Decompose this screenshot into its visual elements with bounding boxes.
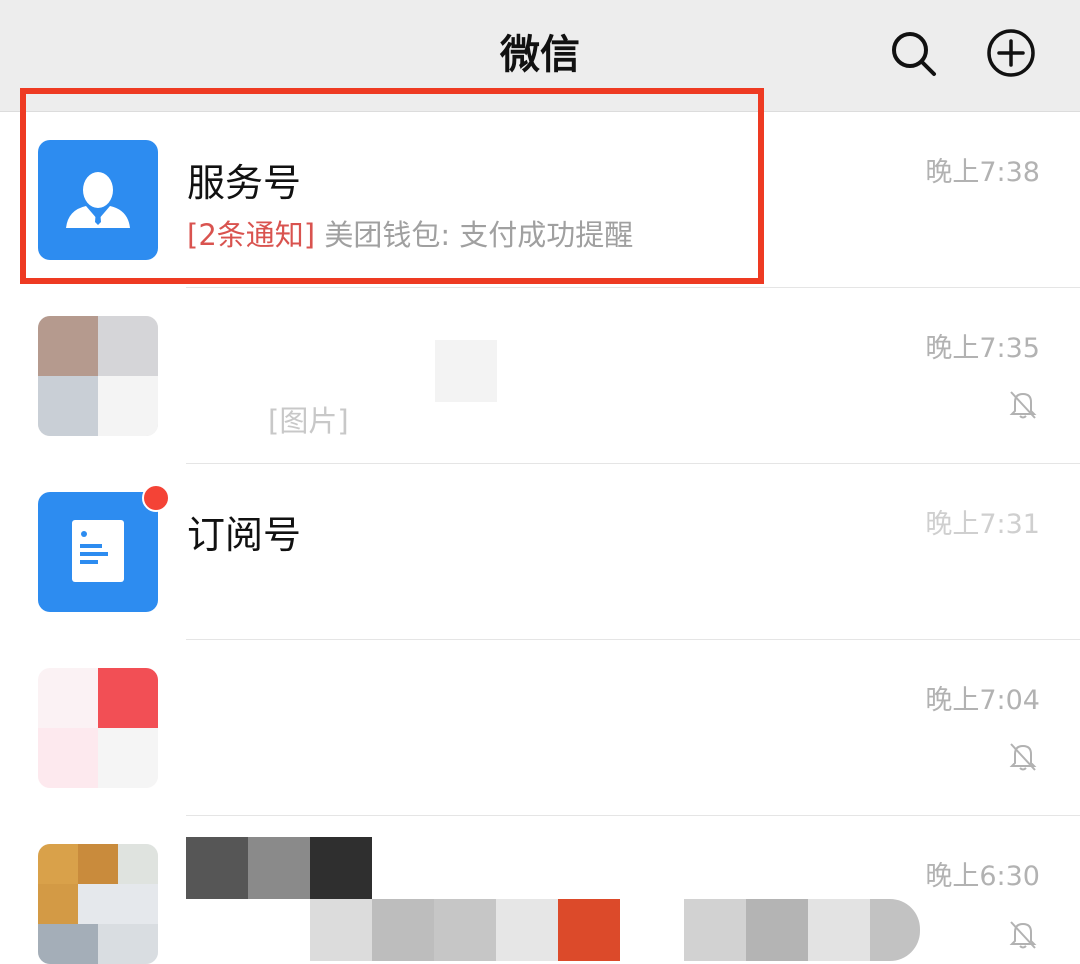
unread-dot (142, 484, 170, 512)
plus-circle-icon[interactable] (986, 28, 1036, 78)
chat-time: 晚上6:30 (925, 861, 1040, 892)
mute-bell-icon (1009, 743, 1037, 771)
chat-name: 订阅号 (187, 513, 302, 557)
service-account-avatar (38, 140, 158, 260)
blurred-name (435, 340, 497, 402)
chat-time: 晚上7:35 (925, 333, 1040, 364)
chat-row-subscription[interactable]: 订阅号 晚上7:31 (0, 464, 1080, 640)
chat-message: [图片] (268, 404, 349, 438)
chat-message: 美团钱包: 支付成功提醒 (324, 218, 634, 252)
chat-row-service-account[interactable]: 服务号 [2条通知] 美团钱包: 支付成功提醒 晚上7:38 (0, 112, 1080, 288)
chat-time: 晚上7:04 (925, 685, 1040, 716)
person-icon (66, 172, 130, 228)
chat-preview: [2条通知] 美团钱包: 支付成功提醒 (187, 212, 633, 254)
search-icon[interactable] (888, 28, 938, 78)
chat-row-contact[interactable]: 晚上7:04 (0, 640, 1080, 816)
chat-row-group[interactable]: 晚上6:30 (0, 816, 1080, 964)
document-icon (72, 520, 124, 582)
chat-time: 晚上7:38 (925, 157, 1040, 188)
mute-bell-icon (1009, 391, 1037, 419)
chat-time: 晚上7:31 (925, 509, 1040, 540)
top-bar: 微信 (0, 0, 1080, 112)
contact-avatar (38, 668, 158, 788)
notification-count: [2条通知] (187, 218, 316, 252)
chat-row-contact[interactable]: [图片] 晚上7:35 (0, 288, 1080, 464)
contact-avatar (38, 316, 158, 436)
subscription-avatar (38, 492, 158, 612)
chat-name: 服务号 (187, 161, 302, 205)
mute-bell-icon (1009, 921, 1037, 949)
group-avatar (38, 844, 158, 964)
